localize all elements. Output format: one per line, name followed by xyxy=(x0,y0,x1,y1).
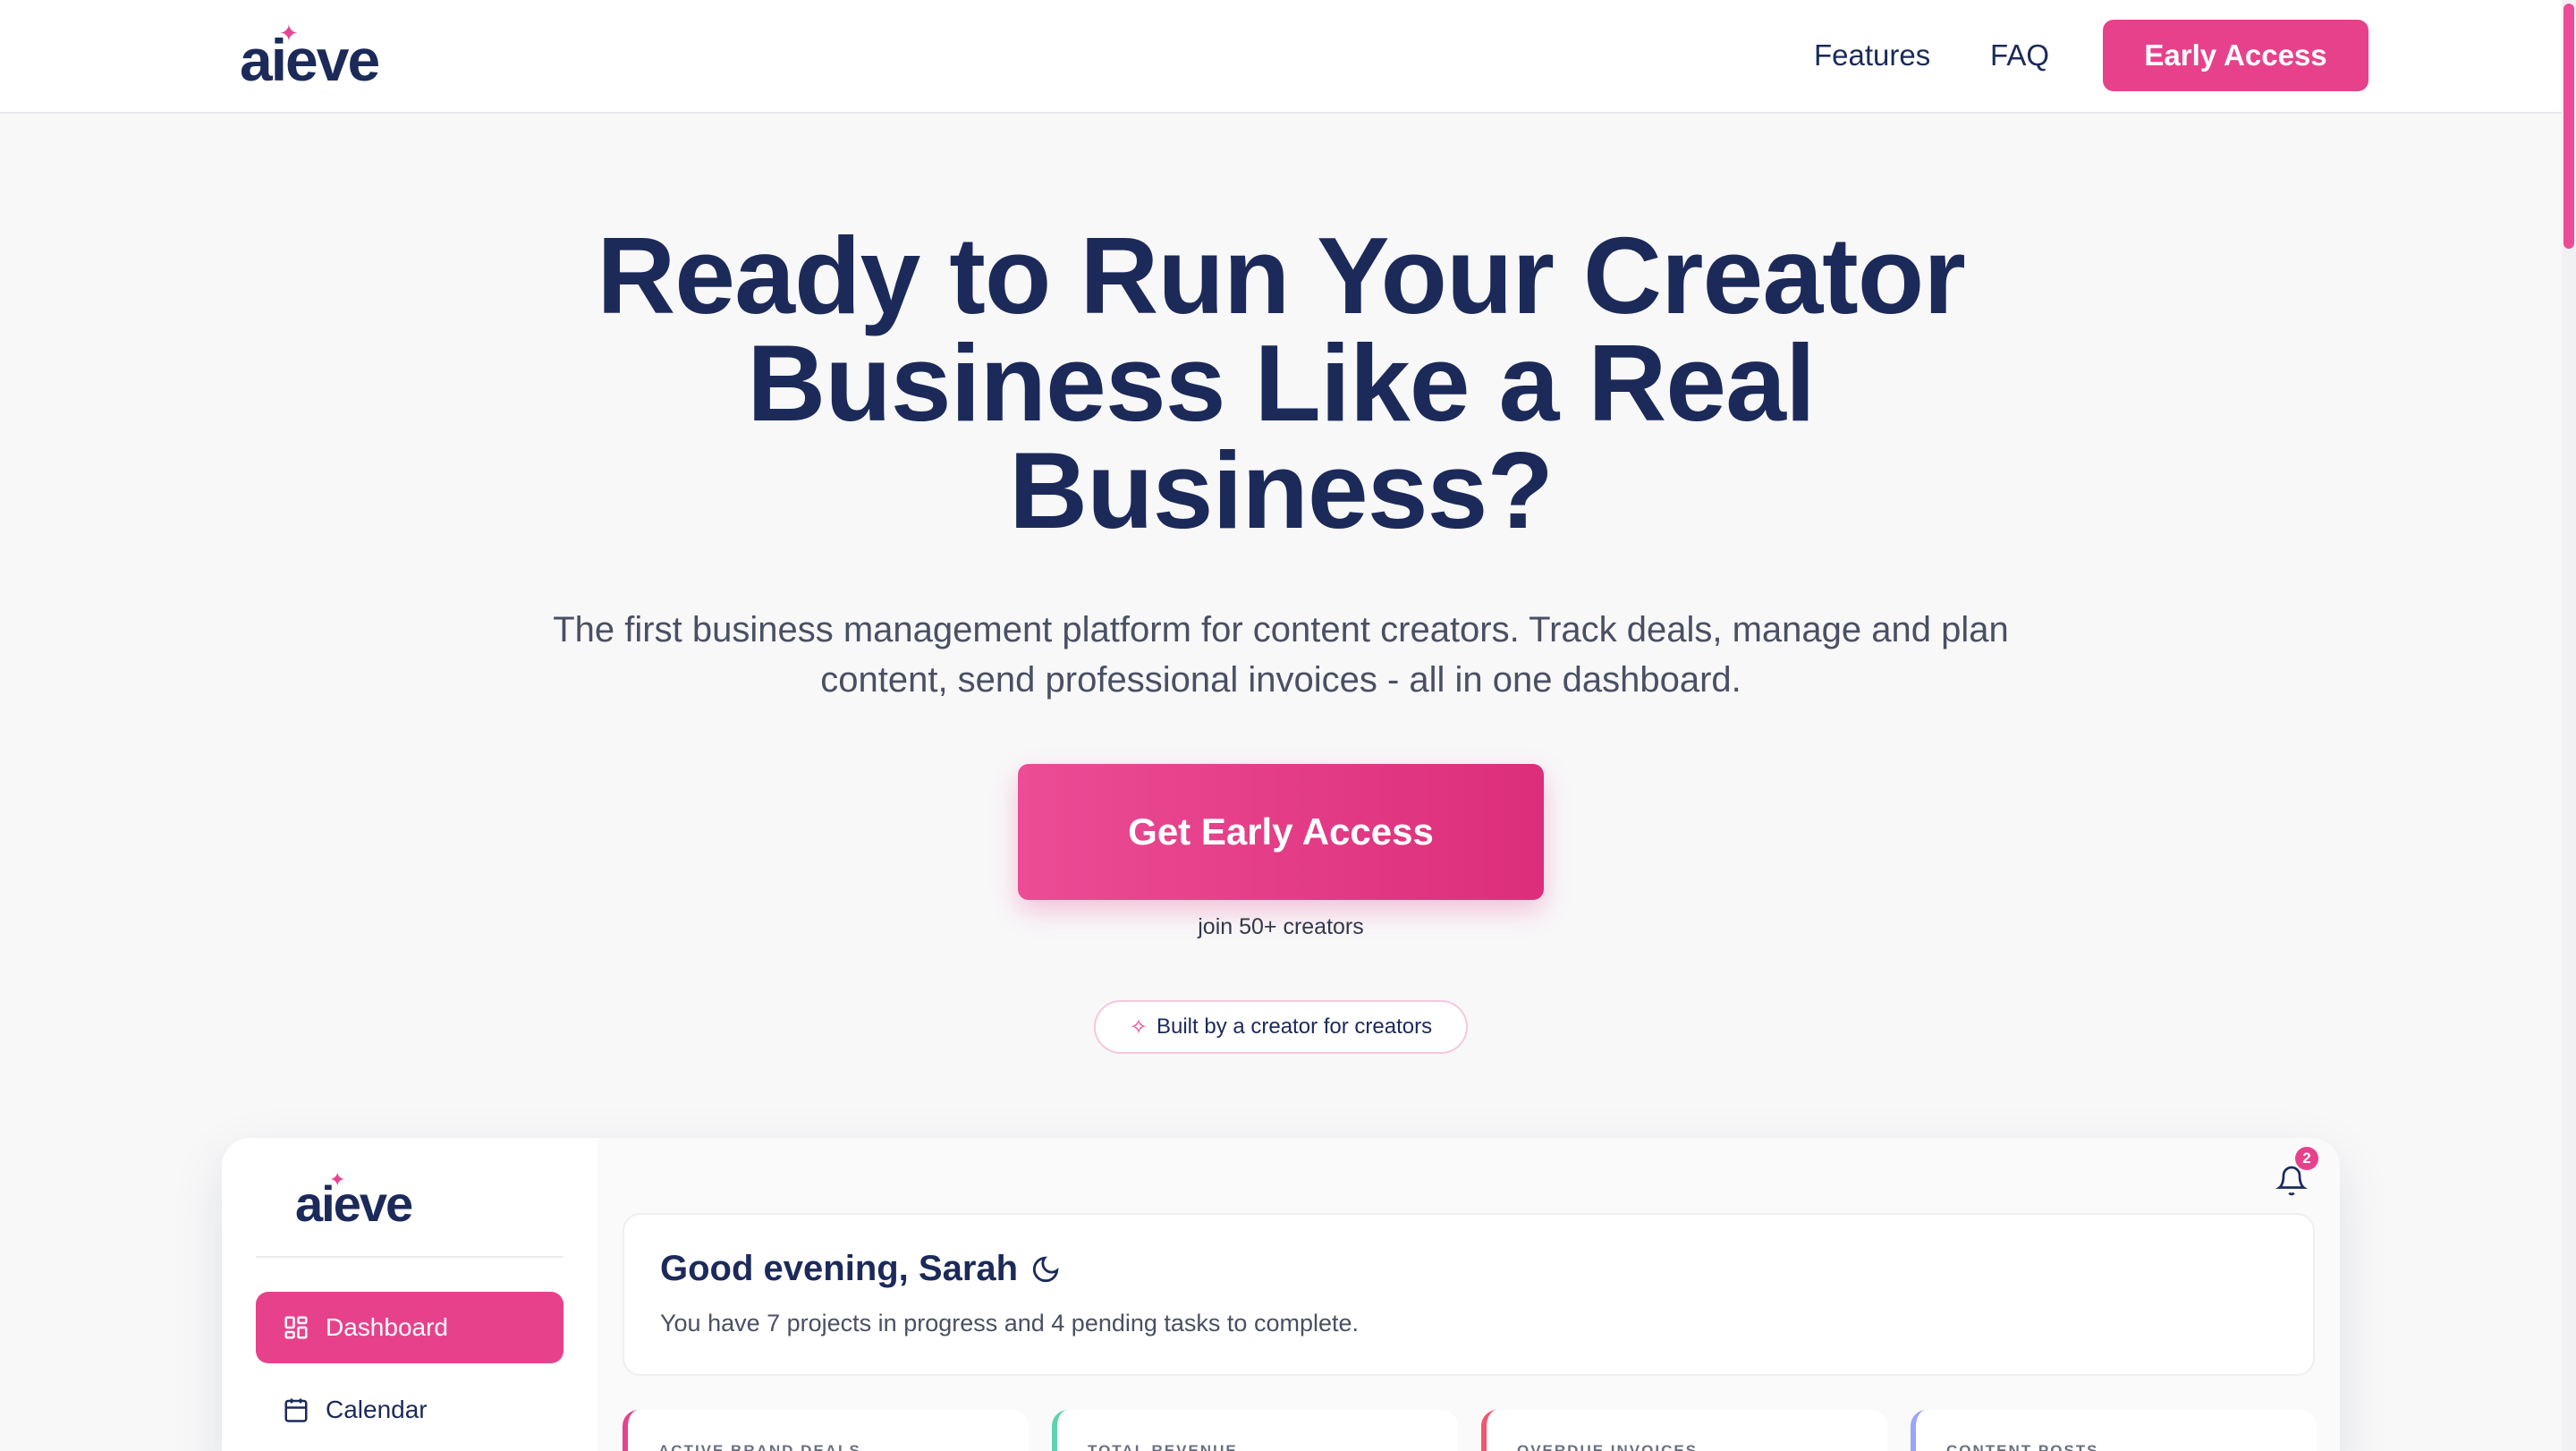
sidebar-divider xyxy=(256,1256,564,1258)
stat-card-content-posts[interactable]: CONTENT POSTS xyxy=(1911,1410,2317,1451)
greeting-title: Good evening, Sarah xyxy=(660,1249,1061,1289)
hero-title-line: Business? xyxy=(1009,429,1554,551)
hero-subtitle-line: The first business management platform f… xyxy=(553,610,2009,649)
hero-subtitle: The first business management platform f… xyxy=(483,605,2079,705)
preview-logo: ✦ aieve xyxy=(295,1170,413,1229)
stat-label: CONTENT POSTS xyxy=(1946,1442,2099,1451)
sparkle-icon: ✦ xyxy=(329,1168,345,1191)
hero-subtitle-line: content, send professional invoices - al… xyxy=(820,660,1741,700)
nav-features-link[interactable]: Features xyxy=(1814,36,1930,75)
greeting-card: Good evening, Sarah You have 7 projects … xyxy=(623,1213,2315,1376)
grid-icon xyxy=(284,1316,308,1339)
creator-badge: ✧ Built by a creator for creators xyxy=(1094,1000,1468,1054)
hero-title-line: Ready to Run Your Creator xyxy=(597,215,1966,336)
sparkle-icon: ✦ xyxy=(279,20,299,47)
cta-note: join 50+ creators xyxy=(1198,914,1364,939)
calendar-icon xyxy=(284,1398,308,1422)
get-early-access-button[interactable]: Get Early Access xyxy=(1018,764,1544,900)
greeting-subtitle: You have 7 projects in progress and 4 pe… xyxy=(660,1310,1359,1336)
sidebar-item-dashboard[interactable]: Dashboard xyxy=(256,1292,564,1363)
hero-title-line: Business Like a Real xyxy=(747,322,1816,444)
stat-label: OVERDUE INVOICES xyxy=(1517,1442,1699,1451)
sparkles-icon: ✧ xyxy=(1129,1014,1148,1039)
site-header: ✦ aieve Features FAQ Early Access xyxy=(0,0,2562,114)
hero-title: Ready to Run Your Creator Business Like … xyxy=(483,215,2079,551)
sidebar-item-label: Calendar xyxy=(326,1396,428,1423)
sidebar-item-label: Dashboard xyxy=(326,1313,448,1341)
early-access-button[interactable]: Early Access xyxy=(2103,20,2368,91)
nav-faq-link[interactable]: FAQ xyxy=(1990,36,2049,75)
scrollbar-thumb[interactable] xyxy=(2563,4,2574,249)
moon-icon xyxy=(1033,1256,1059,1282)
notification-badge: 2 xyxy=(2295,1147,2318,1170)
sidebar-item-calendar[interactable]: Calendar xyxy=(256,1374,564,1446)
preview-logo-text: aieve xyxy=(295,1175,413,1232)
greeting-text: Good evening, Sarah xyxy=(660,1249,1019,1288)
brand-logo[interactable]: ✦ aieve xyxy=(240,21,380,89)
badge-label: Built by a creator for creators xyxy=(1156,1014,1433,1039)
stat-label: TOTAL REVENUE xyxy=(1088,1442,1238,1451)
stat-card-active-brand-deals[interactable]: ACTIVE BRAND DEALS xyxy=(623,1410,1029,1451)
stat-card-total-revenue[interactable]: TOTAL REVENUE xyxy=(1052,1410,1458,1451)
dashboard-preview: ✦ aieve Dashboard Calendar 2 Good evenin… xyxy=(222,1138,2340,1451)
stat-card-overdue-invoices[interactable]: OVERDUE INVOICES xyxy=(1481,1410,1887,1451)
stat-label: ACTIVE BRAND DEALS xyxy=(658,1442,861,1451)
brand-logo-text: aieve xyxy=(240,27,380,93)
preview-sidebar: ✦ aieve Dashboard Calendar xyxy=(222,1138,597,1451)
